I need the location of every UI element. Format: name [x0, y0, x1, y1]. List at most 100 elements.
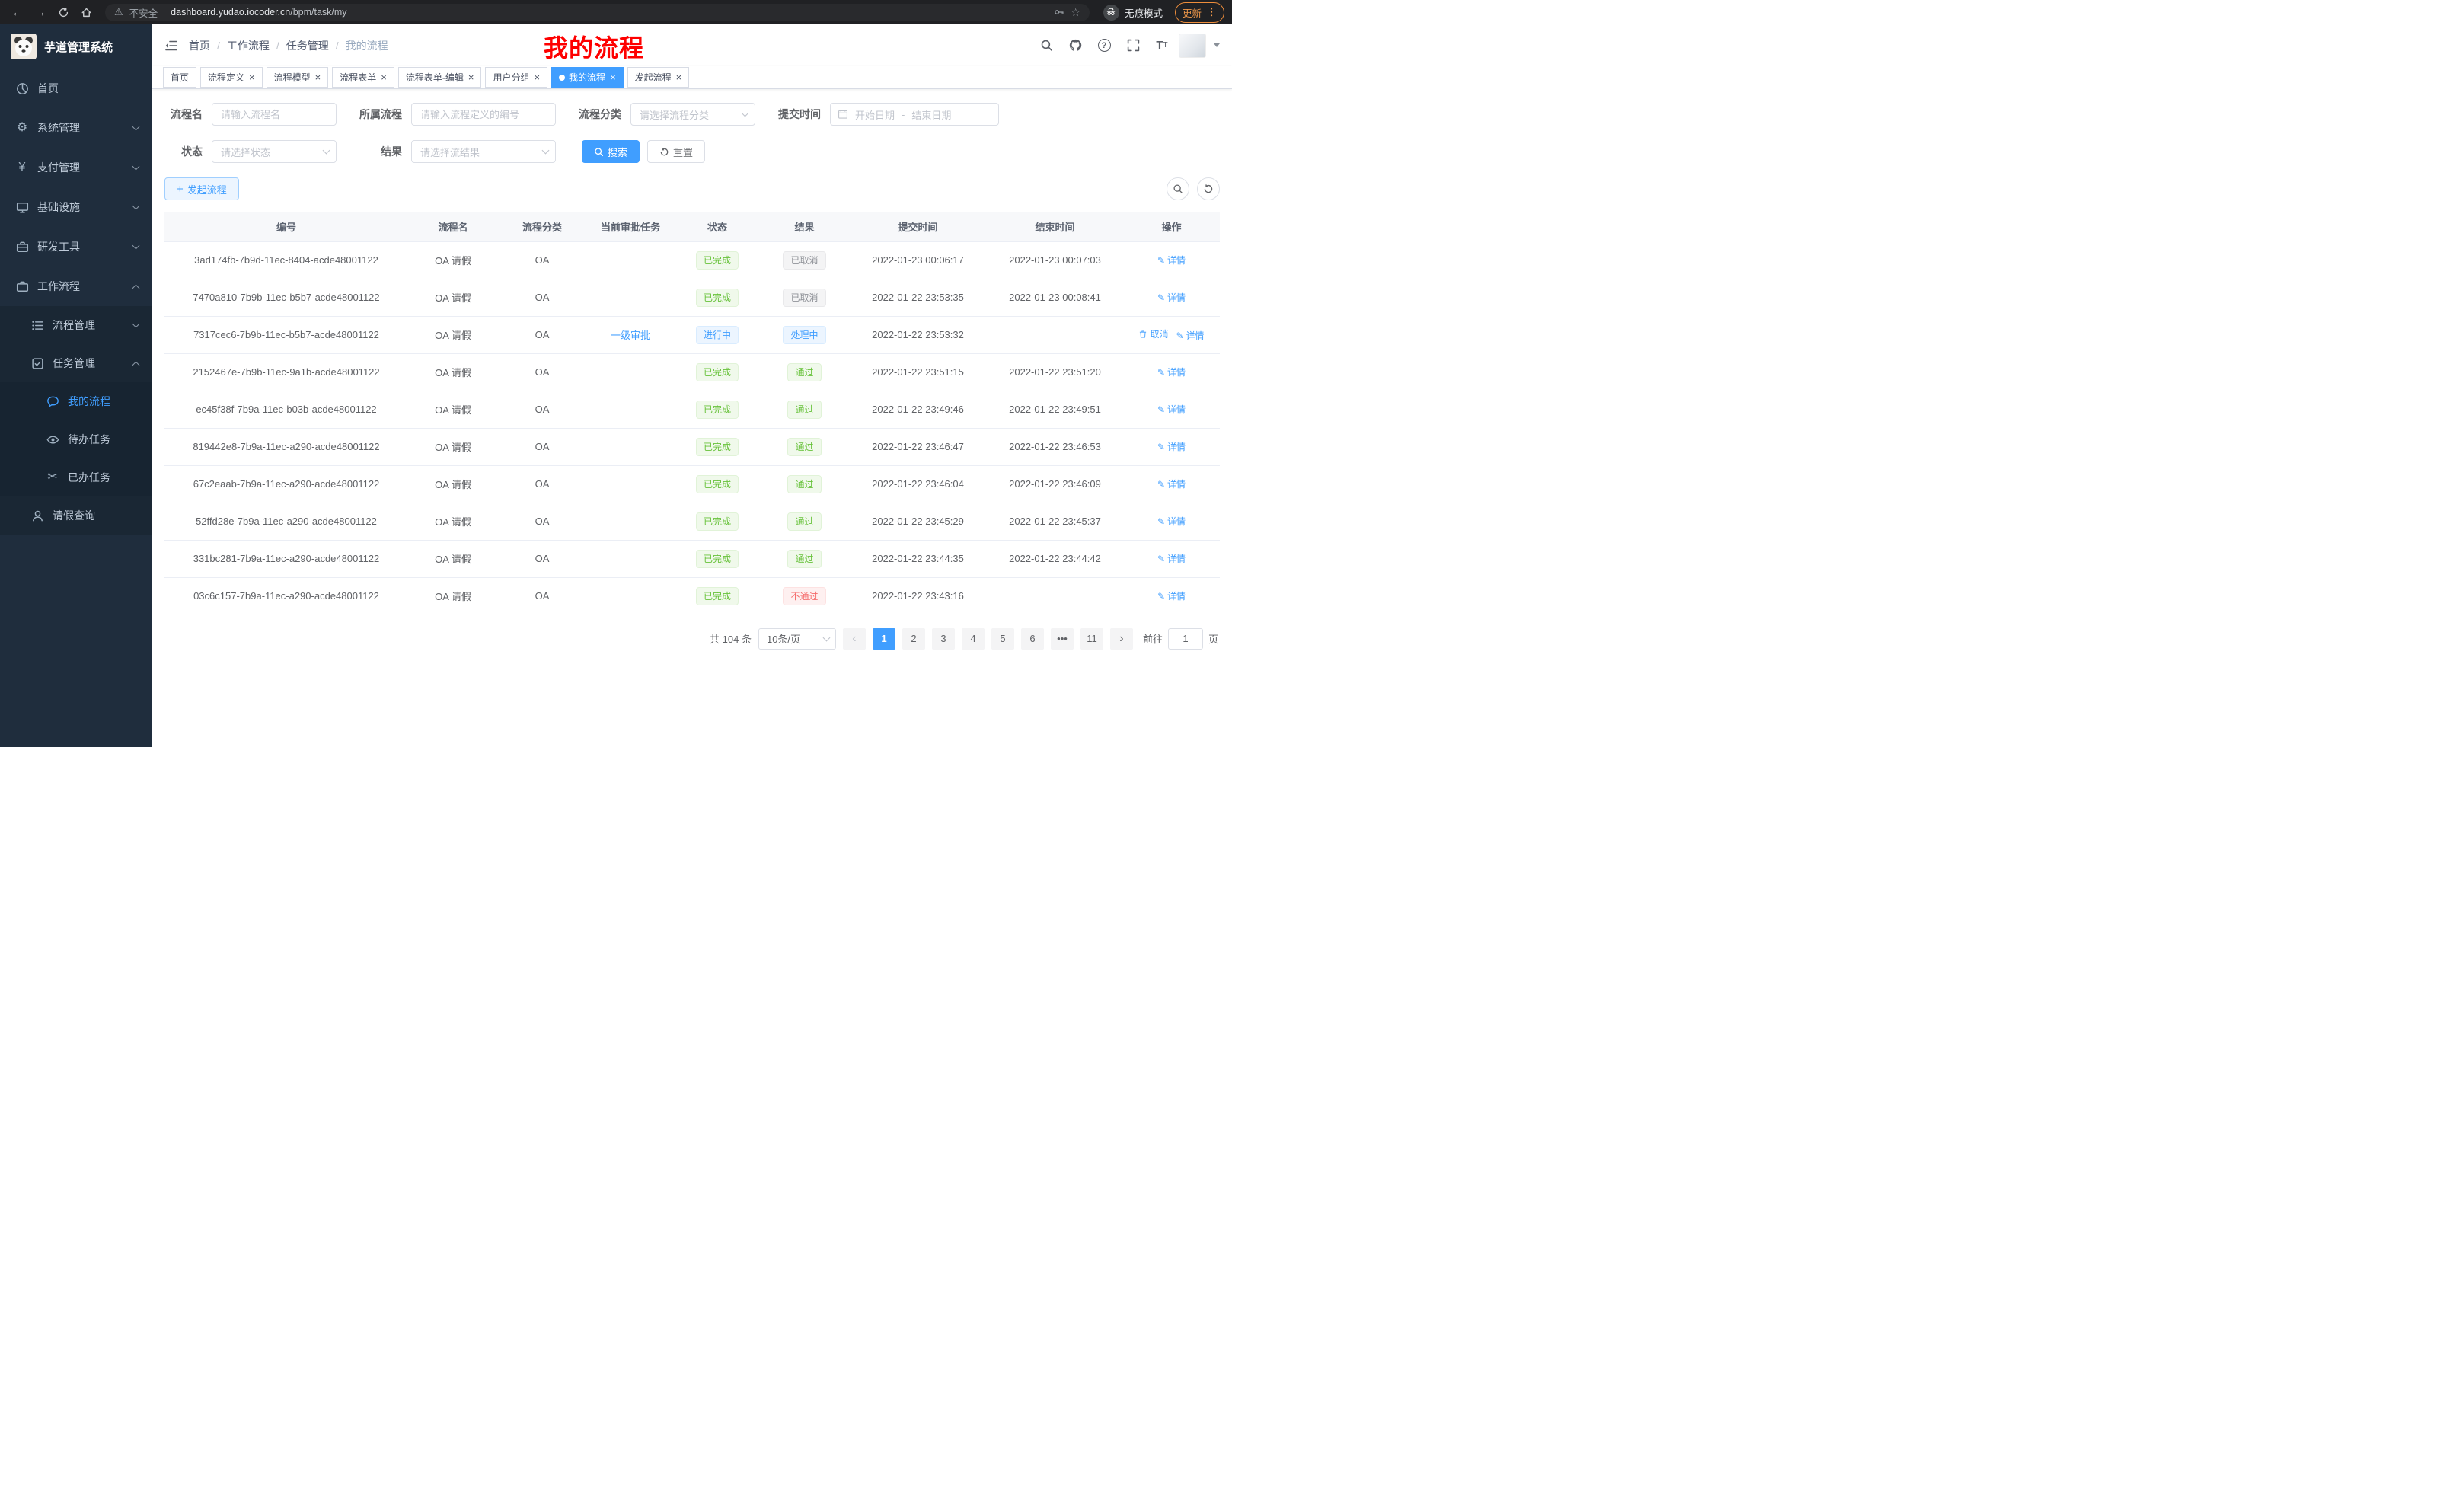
- tab-process-model[interactable]: 流程模型×: [267, 67, 329, 88]
- sidebar-fold-icon[interactable]: [164, 39, 178, 53]
- cell-category: OA: [498, 391, 586, 428]
- detail-link[interactable]: ✎详情: [1157, 515, 1186, 528]
- detail-link[interactable]: ✎详情: [1157, 552, 1186, 565]
- reload-button[interactable]: [53, 2, 73, 22]
- detail-link[interactable]: ✎详情: [1157, 291, 1186, 304]
- page-button-3[interactable]: 3: [932, 628, 955, 650]
- page-button-4[interactable]: 4: [962, 628, 985, 650]
- process-name-input[interactable]: [212, 103, 337, 126]
- detail-link[interactable]: ✎详情: [1157, 403, 1186, 416]
- sidebar-item-task-management[interactable]: 任务管理: [0, 344, 152, 382]
- page-button-2[interactable]: 2: [902, 628, 925, 650]
- cell-id: 7470a810-7b9b-11ec-b5b7-acde48001122: [164, 279, 408, 316]
- sidebar-item-home[interactable]: 首页: [0, 69, 152, 108]
- process-definition-input[interactable]: [411, 103, 556, 126]
- submit-time-range-picker[interactable]: 开始日期 - 结束日期: [830, 103, 999, 126]
- search-icon[interactable]: [1034, 33, 1058, 59]
- close-icon[interactable]: ×: [534, 72, 540, 82]
- search-button[interactable]: 搜索: [582, 140, 640, 163]
- page-header: 首页 / 工作流程 / 任务管理 / 我的流程 ? TT: [152, 24, 1232, 66]
- breadcrumb-item[interactable]: 工作流程: [227, 38, 270, 53]
- detail-link[interactable]: ✎详情: [1157, 477, 1186, 490]
- tab-process-form[interactable]: 流程表单×: [332, 67, 394, 88]
- tab-my-process[interactable]: 我的流程×: [551, 67, 624, 88]
- more-pages-button[interactable]: •••: [1051, 628, 1074, 650]
- page-button-6[interactable]: 6: [1021, 628, 1044, 650]
- sidebar-item-todo-tasks[interactable]: 待办任务: [0, 420, 152, 458]
- help-icon[interactable]: ?: [1092, 33, 1116, 59]
- page-button-1[interactable]: 1: [873, 628, 895, 650]
- sidebar-item-system[interactable]: ⚙ 系统管理: [0, 108, 152, 148]
- category-select[interactable]: 请选择流程分类: [630, 103, 755, 126]
- sidebar-item-infrastructure[interactable]: 基础设施: [0, 187, 152, 227]
- status-select[interactable]: 请选择状态: [212, 140, 337, 163]
- update-label: 更新: [1183, 5, 1202, 20]
- close-icon[interactable]: ×: [381, 72, 387, 82]
- cell-category: OA: [498, 577, 586, 615]
- close-icon[interactable]: ×: [676, 72, 682, 82]
- github-icon[interactable]: [1063, 33, 1087, 59]
- detail-link[interactable]: ✎详情: [1176, 329, 1204, 342]
- create-process-label: 发起流程: [187, 182, 227, 196]
- prev-page-button[interactable]: ‹: [843, 628, 866, 650]
- result-select[interactable]: 请选择流结果: [411, 140, 556, 163]
- page-button-11[interactable]: 11: [1080, 628, 1103, 650]
- page-button-5[interactable]: 5: [991, 628, 1014, 650]
- close-icon[interactable]: ×: [610, 72, 616, 82]
- tab-process-definition[interactable]: 流程定义×: [200, 67, 263, 88]
- sidebar-item-label: 研发工具: [37, 239, 80, 254]
- close-icon[interactable]: ×: [468, 72, 474, 82]
- date-start-placeholder: 开始日期: [855, 107, 895, 122]
- goto-page-input[interactable]: [1168, 628, 1203, 650]
- create-process-button[interactable]: + 发起流程: [164, 177, 239, 200]
- sidebar-item-devtools[interactable]: 研发工具: [0, 227, 152, 267]
- cell-id: 331bc281-7b9a-11ec-a290-acde48001122: [164, 540, 408, 577]
- sidebar-item-my-process[interactable]: 我的流程: [0, 382, 152, 420]
- close-icon[interactable]: ×: [249, 72, 255, 82]
- table-search-toggle-button[interactable]: [1167, 177, 1189, 200]
- forward-button[interactable]: →: [30, 2, 50, 22]
- cell-id: 67c2eaab-7b9a-11ec-a290-acde48001122: [164, 465, 408, 503]
- detail-link[interactable]: ✎详情: [1157, 254, 1186, 267]
- tab-process-form-edit[interactable]: 流程表单-编辑×: [398, 67, 482, 88]
- detail-link[interactable]: ✎详情: [1157, 589, 1186, 602]
- bookmark-star-icon[interactable]: ☆: [1071, 6, 1080, 19]
- close-icon[interactable]: ×: [315, 72, 321, 82]
- sidebar-item-payment[interactable]: ¥ 支付管理: [0, 148, 152, 187]
- sidebar-item-label: 工作流程: [37, 279, 80, 294]
- address-bar[interactable]: ⚠ 不安全 dashboard.yudao.iocoder.cn/bpm/tas…: [105, 4, 1090, 21]
- sidebar-item-process-management[interactable]: 流程管理: [0, 306, 152, 344]
- detail-link[interactable]: ✎详情: [1157, 366, 1186, 378]
- breadcrumb-item[interactable]: 首页: [189, 38, 210, 53]
- col-name: 流程名: [408, 212, 498, 241]
- home-button[interactable]: [76, 2, 96, 22]
- browser-menu-kebab-icon[interactable]: ⋮: [1207, 6, 1217, 18]
- col-current-task: 当前审批任务: [586, 212, 675, 241]
- breadcrumb-item[interactable]: 任务管理: [286, 38, 329, 53]
- tab-home[interactable]: 首页: [163, 67, 196, 88]
- edit-icon: ✎: [1157, 405, 1165, 414]
- avatar-caret-icon[interactable]: [1214, 43, 1220, 47]
- sidebar-item-done-tasks[interactable]: ✂ 已办任务: [0, 458, 152, 496]
- cell-end-time: 2022-01-22 23:46:09: [987, 465, 1123, 503]
- tab-user-group[interactable]: 用户分组×: [485, 67, 547, 88]
- avatar[interactable]: [1179, 34, 1206, 58]
- cell-name: OA 请假: [408, 316, 498, 353]
- page-size-select[interactable]: 10条/页: [758, 628, 836, 650]
- sidebar-item-leave-query[interactable]: 请假查询: [0, 496, 152, 535]
- update-chip[interactable]: 更新 ⋮: [1175, 2, 1224, 23]
- sidebar-menu: 首页 ⚙ 系统管理 ¥ 支付管理 基础设施 研发工具: [0, 69, 152, 535]
- font-size-icon[interactable]: TT: [1150, 33, 1174, 59]
- detail-link[interactable]: ✎详情: [1157, 440, 1186, 453]
- back-button[interactable]: ←: [8, 2, 27, 22]
- task-link[interactable]: 一级审批: [611, 330, 650, 341]
- cancel-link[interactable]: 取消: [1138, 327, 1168, 340]
- sidebar-item-workflow[interactable]: 工作流程: [0, 267, 152, 306]
- security-label[interactable]: 不安全: [129, 5, 158, 20]
- key-icon[interactable]: [1054, 7, 1064, 18]
- fullscreen-icon[interactable]: [1121, 33, 1145, 59]
- next-page-button[interactable]: ›: [1110, 628, 1133, 650]
- tab-start-process[interactable]: 发起流程×: [627, 67, 690, 88]
- reset-button[interactable]: 重置: [647, 140, 705, 163]
- table-refresh-button[interactable]: [1197, 177, 1220, 200]
